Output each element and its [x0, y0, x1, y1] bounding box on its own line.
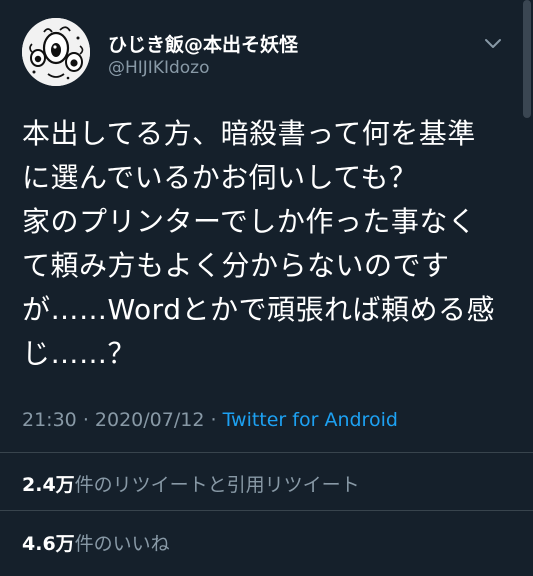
avatar[interactable] [22, 18, 90, 86]
retweets-count: 2.4万 [22, 474, 75, 496]
likes-stat[interactable]: 4.6万件のいいね [22, 529, 170, 556]
scrollbar[interactable] [523, 0, 531, 118]
divider [0, 452, 533, 453]
tweet-header: ひじき飯@本出そ妖怪 @HIJIKIdozo [22, 18, 512, 88]
tweet-detail: ひじき飯@本出そ妖怪 @HIJIKIdozo 本出してる方、暗殺書って何を基準 … [0, 0, 533, 576]
retweets-label: 件のリツイートと引用リツイート [74, 474, 360, 496]
user-handle[interactable]: @HIJIKIdozo [108, 58, 210, 78]
avatar-illustration-icon [22, 18, 90, 86]
tweet-text-line: 本出してる方、暗殺書って何を基準 [22, 117, 476, 150]
tweet-text-line: 家のプリンターでしか作った事なく [22, 205, 477, 238]
display-name[interactable]: ひじき飯@本出そ妖怪 [108, 30, 298, 57]
likes-count: 4.6万 [22, 533, 75, 555]
chevron-down-icon[interactable] [482, 32, 504, 54]
tweet-text-line: じ……？ [22, 337, 137, 370]
tweet-text-line: が……Wordとかで頑張れば頼める感 [22, 293, 495, 326]
meta-separator: · [210, 409, 217, 431]
tweet-metadata: 21:30 · 2020/07/12 · Twitter for Android [22, 409, 398, 431]
tweet-text: 本出してる方、暗殺書って何を基準 に選んでいるかお伺いしても？ 家のプリンターで… [22, 112, 517, 376]
retweets-stat[interactable]: 2.4万件のリツイートと引用リツイート [22, 470, 360, 497]
tweet-date[interactable]: 2020/07/12 [95, 409, 205, 431]
tweet-text-line: に選んでいるかお伺いしても？ [22, 161, 418, 194]
tweet-source-link[interactable]: Twitter for Android [223, 409, 398, 431]
meta-separator: · [82, 409, 89, 431]
divider [0, 510, 533, 511]
tweet-text-line: て頼み方もよく分からないのです [22, 249, 450, 282]
tweet-time[interactable]: 21:30 [22, 409, 77, 431]
likes-label: 件のいいね [74, 533, 170, 555]
